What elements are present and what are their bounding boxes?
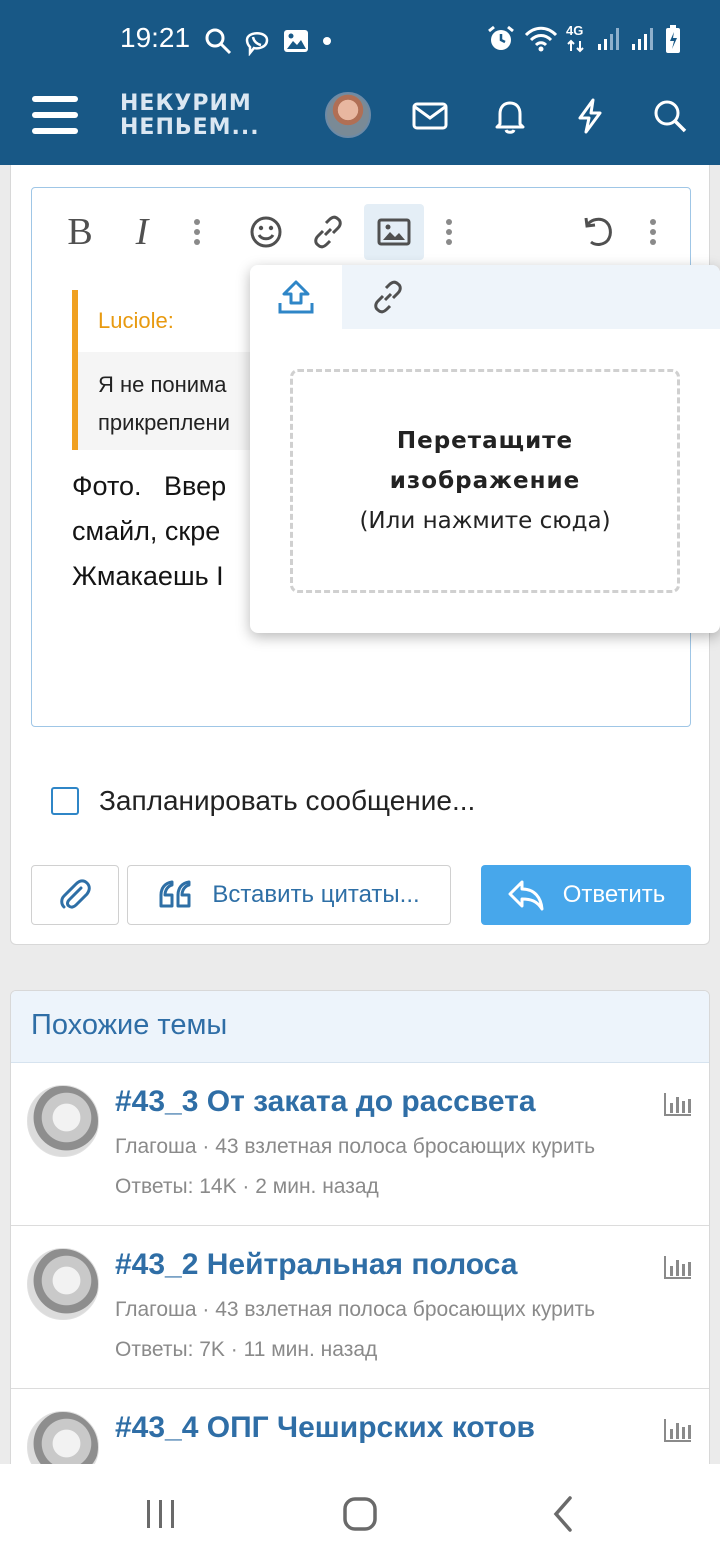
italic-button[interactable]: I bbox=[124, 204, 160, 260]
reply-label: Ответить bbox=[562, 881, 666, 908]
thread-title[interactable]: #43_2 Нейтральная полоса bbox=[115, 1248, 517, 1282]
viber-icon bbox=[245, 32, 269, 56]
image-dropzone[interactable]: Перетащите изображение (Или нажмите сюда… bbox=[290, 369, 680, 593]
logo-line-2: НЕПЬЕМ... bbox=[120, 115, 260, 140]
emoji-icon[interactable] bbox=[244, 204, 288, 260]
link-icon[interactable] bbox=[306, 204, 350, 260]
system-nav-bar bbox=[0, 1464, 720, 1560]
app-header: НЕКУРИМ НЕПЬЕМ... bbox=[0, 82, 720, 165]
avatar[interactable] bbox=[27, 1085, 99, 1157]
similar-topics: Похожие темы #43_3 От заката до рассвета… bbox=[10, 990, 710, 1470]
bold-button[interactable]: B bbox=[62, 204, 98, 260]
avatar[interactable] bbox=[27, 1248, 99, 1320]
schedule-checkbox[interactable] bbox=[51, 787, 79, 815]
bar-chart-icon[interactable] bbox=[663, 1091, 693, 1117]
signal-icon bbox=[632, 28, 653, 50]
network-type: 4G bbox=[566, 23, 588, 53]
search-icon bbox=[205, 28, 232, 55]
more-options-icon[interactable] bbox=[638, 204, 668, 260]
schedule-label: Запланировать сообщение... bbox=[99, 785, 476, 816]
more-options-icon[interactable] bbox=[434, 204, 464, 260]
top-bar: 19:21 4G НЕКУРИМ НЕПЬЕМ... bbox=[0, 0, 720, 165]
thread-title[interactable]: #43_4 ОПГ Чеширских котов bbox=[115, 1411, 535, 1445]
dropzone-title: изображение bbox=[389, 468, 581, 494]
avatar[interactable] bbox=[27, 1411, 99, 1469]
bell-icon[interactable] bbox=[490, 96, 530, 136]
image-icon bbox=[377, 218, 411, 246]
system-icons: 4G bbox=[486, 23, 682, 54]
signal-icon bbox=[598, 28, 619, 50]
logo-line-1: НЕКУРИМ bbox=[120, 91, 252, 116]
tab-upload[interactable] bbox=[250, 265, 342, 329]
status-time: 19:21 bbox=[120, 22, 191, 53]
avatar[interactable] bbox=[325, 92, 371, 138]
insert-image-button[interactable] bbox=[364, 204, 424, 260]
tab-by-url[interactable] bbox=[342, 265, 434, 329]
back-icon[interactable] bbox=[548, 1494, 578, 1534]
menu-icon[interactable] bbox=[32, 96, 78, 134]
reply-button[interactable]: Ответить bbox=[481, 865, 691, 925]
dropzone-title: Перетащите bbox=[396, 428, 574, 454]
insert-image-popup: Перетащите изображение (Или нажмите сюда… bbox=[250, 265, 720, 633]
status-bar: 19:21 4G bbox=[0, 0, 720, 82]
more-options-icon[interactable] bbox=[182, 204, 212, 260]
similar-heading: Похожие темы bbox=[11, 991, 709, 1063]
undo-icon[interactable] bbox=[576, 204, 620, 260]
site-logo[interactable]: НЕКУРИМ НЕПЬЕМ... bbox=[120, 92, 260, 140]
data-arrows-icon bbox=[567, 39, 584, 53]
link-icon bbox=[374, 280, 402, 314]
wifi-icon bbox=[524, 26, 558, 52]
battery-icon bbox=[666, 25, 680, 53]
attach-button[interactable] bbox=[31, 865, 119, 925]
reply-icon bbox=[508, 880, 544, 911]
schedule-option[interactable]: Запланировать сообщение... bbox=[51, 785, 475, 817]
bar-chart-icon[interactable] bbox=[663, 1417, 693, 1443]
search-icon[interactable] bbox=[650, 96, 690, 136]
upload-icon bbox=[278, 280, 314, 314]
dropzone-subtitle: (Или нажмите сюда) bbox=[359, 508, 611, 534]
network-label: 4G bbox=[566, 23, 584, 38]
bar-chart-icon[interactable] bbox=[663, 1254, 693, 1280]
home-icon[interactable] bbox=[340, 1494, 380, 1534]
recents-icon[interactable] bbox=[142, 1494, 180, 1534]
list-item[interactable]: #43_4 ОПГ Чеширских котов bbox=[11, 1389, 709, 1469]
thread-stats: Ответы: 7K · 11 мин. назад bbox=[115, 1338, 378, 1361]
thread-author: Глагоша · 43 взлетная полоса бросающих к… bbox=[115, 1135, 596, 1158]
insert-quotes-label: Вставить цитаты... bbox=[212, 881, 420, 908]
popup-tabs bbox=[250, 265, 720, 329]
editor-toolbar: B I bbox=[32, 188, 690, 266]
list-item[interactable]: #43_2 Нейтральная полоса Глагоша · 43 вз… bbox=[11, 1226, 709, 1389]
thread-author: Глагоша · 43 взлетная полоса бросающих к… bbox=[115, 1298, 596, 1321]
thread-stats: Ответы: 14K · 2 мин. назад bbox=[115, 1175, 379, 1198]
thread-title[interactable]: #43_3 От заката до рассвета bbox=[115, 1085, 536, 1119]
quote-icon bbox=[159, 880, 191, 908]
alarm-icon bbox=[488, 25, 514, 50]
insert-quotes-button[interactable]: Вставить цитаты... bbox=[127, 865, 451, 925]
mail-icon[interactable] bbox=[410, 96, 450, 136]
list-item[interactable]: #43_3 От заката до рассвета Глагоша · 43… bbox=[11, 1063, 709, 1226]
bolt-icon[interactable] bbox=[570, 96, 610, 136]
dot-icon bbox=[323, 37, 331, 45]
gallery-icon bbox=[284, 30, 308, 52]
paperclip-icon bbox=[60, 879, 91, 909]
notification-icons bbox=[204, 26, 334, 56]
